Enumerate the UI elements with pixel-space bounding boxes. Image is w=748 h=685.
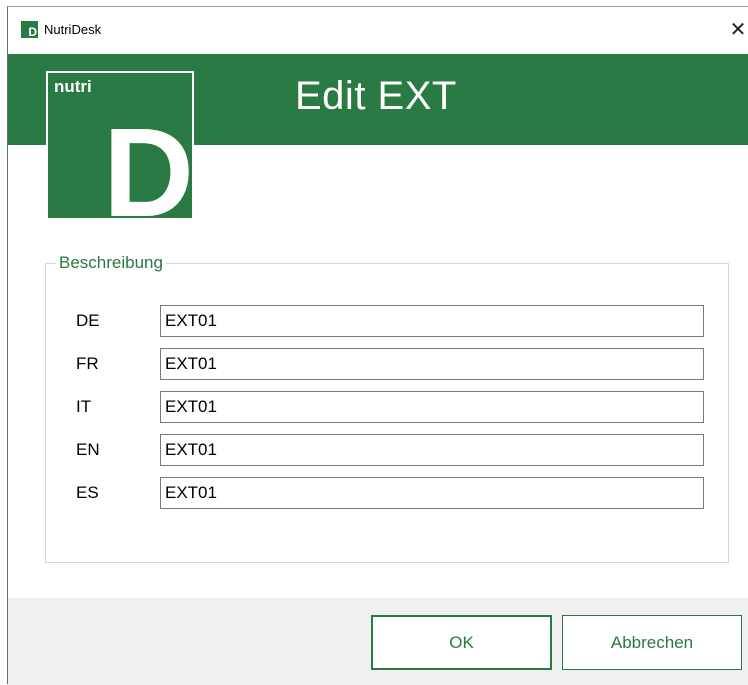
window-title: NutriDesk <box>44 22 102 37</box>
logo-letter-d: D <box>103 102 194 220</box>
title-bar: D NutriDesk ✕ <box>8 7 748 54</box>
ok-button[interactable]: OK <box>371 615 552 670</box>
input-it[interactable] <box>160 391 704 423</box>
input-es[interactable] <box>160 477 704 509</box>
input-en[interactable] <box>160 434 704 466</box>
label-en: EN <box>76 440 100 459</box>
app-icon: D <box>21 21 38 38</box>
nutridesk-logo: nutri D <box>46 71 194 220</box>
button-bar: OK Abbrechen <box>8 598 748 685</box>
description-groupbox: Beschreibung DE FR IT EN ES <box>45 253 729 563</box>
input-de[interactable] <box>160 305 704 337</box>
app-icon-glyph: D <box>28 25 37 39</box>
label-es: ES <box>76 483 99 502</box>
page-title: Edit EXT <box>295 74 457 118</box>
dialog-window: D NutriDesk ✕ Edit EXT nutri D Beschreib… <box>7 6 748 685</box>
cancel-button[interactable]: Abbrechen <box>562 615 742 670</box>
label-fr: FR <box>76 354 99 373</box>
input-fr[interactable] <box>160 348 704 380</box>
logo-text-nutri: nutri <box>54 77 92 96</box>
groupbox-legend: Beschreibung <box>56 253 166 273</box>
label-de: DE <box>76 311 100 330</box>
label-it: IT <box>76 397 92 416</box>
close-icon[interactable]: ✕ <box>727 15 748 45</box>
